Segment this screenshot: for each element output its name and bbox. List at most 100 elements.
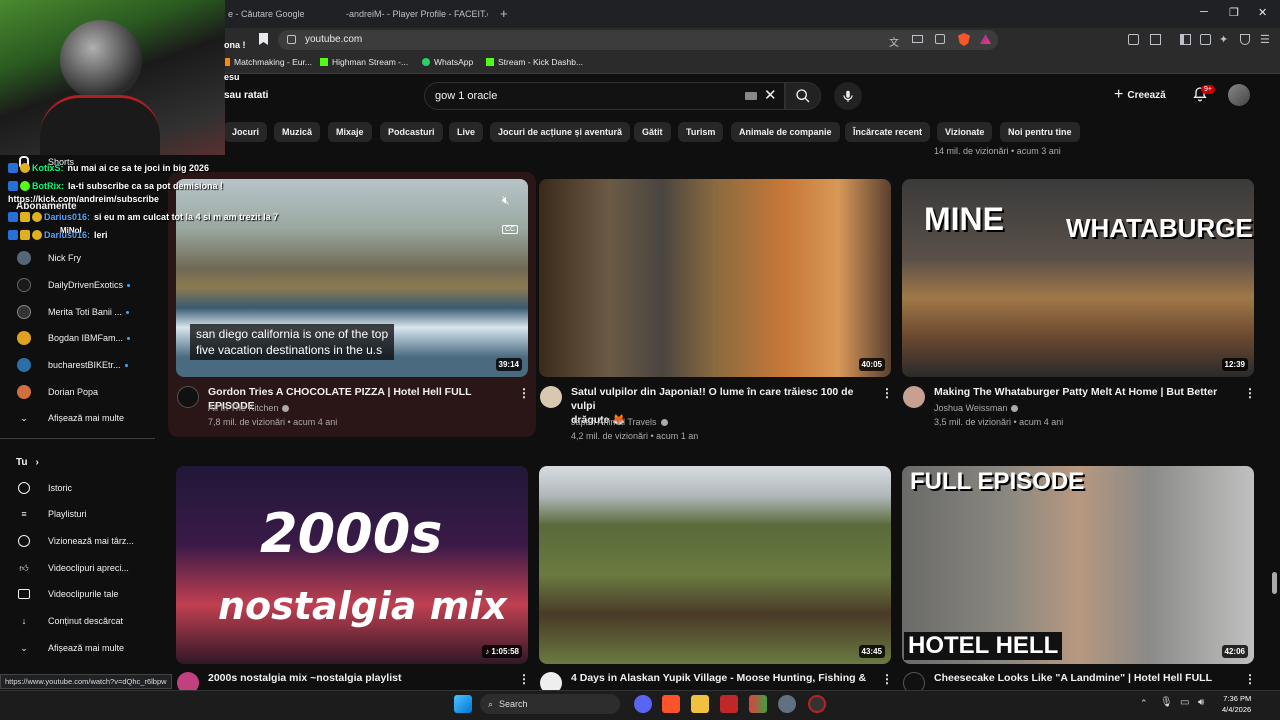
- network-icon[interactable]: ▭: [1180, 697, 1189, 708]
- video-menu-icon[interactable]: ⋮: [881, 672, 893, 686]
- sidebar-item-bucharestbike[interactable]: bucharestBIKEtr...: [0, 355, 128, 375]
- chip-jocuri-actiune[interactable]: Jocuri de acțiune și aventură: [490, 122, 631, 142]
- app-icon[interactable]: [749, 695, 767, 713]
- bookmark-matchmaking[interactable]: Matchmaking - Eur...: [222, 57, 312, 67]
- microphone-tray-icon[interactable]: 🎙︎: [1160, 697, 1173, 708]
- sidebar-item-merita-toti-banii[interactable]: Merita Toti Banii ...: [0, 302, 129, 322]
- chip-muzica[interactable]: Muzică: [274, 122, 321, 142]
- sidebar-item-nick-fry[interactable]: Nick Fry: [0, 248, 81, 268]
- file-explorer-icon[interactable]: [691, 695, 709, 713]
- video-menu-icon[interactable]: ⋮: [518, 386, 530, 400]
- menu-icon[interactable]: ☰: [1260, 33, 1270, 46]
- extensions-icon[interactable]: [1128, 34, 1139, 45]
- sidebar-item-dorian-popa[interactable]: Dorian Popa: [0, 382, 98, 402]
- sidebar-item-bogdan-ibmfam[interactable]: Bogdan IBMFam...: [0, 328, 131, 348]
- account-avatar[interactable]: [1228, 84, 1250, 106]
- video-title[interactable]: Making The Whataburger Patty Melt At Hom…: [934, 385, 1234, 399]
- bookmark-whatsapp[interactable]: WhatsApp: [422, 57, 473, 67]
- chip-incarcate-recent[interactable]: Încărcate recent: [845, 122, 931, 142]
- sidebar-item-liked-videos[interactable]: 👍︎ Videoclipuri apreci...: [0, 558, 129, 578]
- url-text: youtube.com: [305, 34, 363, 45]
- share-icon[interactable]: [935, 34, 945, 44]
- video-channel[interactable]: All In The Kitchen: [208, 403, 290, 413]
- channel-avatar[interactable]: [540, 386, 562, 408]
- windows-start-icon[interactable]: [454, 695, 472, 713]
- sidebar-item-istoric[interactable]: Istoric: [0, 478, 72, 498]
- obs-icon[interactable]: [808, 695, 826, 713]
- video-menu-icon[interactable]: ⋮: [1244, 386, 1256, 400]
- settings-icon[interactable]: [778, 695, 796, 713]
- keyboard-icon[interactable]: [745, 92, 757, 100]
- sidebar-item-downloads[interactable]: ↓ Conținut descărcat: [0, 611, 123, 631]
- sidebar-item-your-videos[interactable]: Videoclipurile tale: [0, 584, 118, 604]
- sidebar-show-more-subscriptions[interactable]: ⌄ Afișează mai multe: [0, 408, 124, 428]
- mute-icon[interactable]: 🔇︎: [502, 193, 510, 208]
- chip-live[interactable]: Live: [449, 122, 484, 142]
- tab-faceit-profile[interactable]: -andreiM- - Player Profile - FACEIT.co: [340, 4, 488, 24]
- reading-list-icon[interactable]: [1150, 34, 1161, 45]
- brave-icon[interactable]: [662, 695, 680, 713]
- video-title[interactable]: 2000s nostalgia mix ~nostalgia playlist: [208, 671, 508, 685]
- video-title[interactable]: Cheesecake Looks Like "A Landmine" | Hot…: [934, 671, 1234, 685]
- link-preview-url: https://www.youtube.com/watch?v=dQhc_r6l…: [0, 674, 172, 689]
- chip-turism[interactable]: Turism: [678, 122, 724, 142]
- chip-animale[interactable]: Animale de companie: [731, 122, 840, 142]
- video-thumbnail[interactable]: 2000s nostalgia mix ♪ 1:05:58: [176, 466, 528, 664]
- video-thumbnail[interactable]: 40:05: [539, 179, 891, 377]
- you-heading-label: Tu: [16, 456, 28, 468]
- voice-search-button[interactable]: [834, 82, 862, 110]
- search-button[interactable]: [785, 82, 821, 110]
- create-button[interactable]: + Creează: [1114, 84, 1166, 106]
- video-menu-icon[interactable]: ⋮: [518, 672, 530, 686]
- video-thumbnail[interactable]: MINE WHATABURGER 12:39: [902, 179, 1254, 377]
- channel-avatar[interactable]: [903, 386, 925, 408]
- sidebar-item-watch-later[interactable]: Vizionează mai târz...: [0, 531, 134, 551]
- you-heading[interactable]: Tu ›: [0, 452, 39, 472]
- bookmark-label: WhatsApp: [434, 57, 474, 67]
- video-thumbnail[interactable]: 🔇︎ CC san diego california is one of the…: [176, 179, 528, 377]
- kick-icon: [486, 58, 494, 66]
- restore-button[interactable]: ❐: [1229, 6, 1239, 19]
- tab-google-search[interactable]: e - Căutare Google: [228, 4, 328, 24]
- minimize-button[interactable]: ─: [1200, 6, 1208, 18]
- search-input[interactable]: [424, 82, 785, 110]
- video-thumbnail[interactable]: FULL EPISODE HOTEL HELL 42:06: [902, 466, 1254, 664]
- video-thumbnail[interactable]: 43:45: [539, 466, 891, 664]
- sidebar-toggle-icon[interactable]: [1180, 34, 1191, 45]
- site-info-icon[interactable]: [287, 35, 296, 44]
- discord-icon[interactable]: [634, 695, 652, 713]
- bookmark-kick-dashboard[interactable]: Stream - Kick Dashb...: [486, 57, 583, 67]
- video-menu-icon[interactable]: ⋮: [881, 386, 893, 400]
- chip-mixaje[interactable]: Mixaje: [328, 122, 372, 142]
- video-menu-icon[interactable]: ⋮: [1244, 672, 1256, 686]
- channel-name: All In The Kitchen: [208, 403, 279, 413]
- vpn-shield-icon[interactable]: [1240, 34, 1250, 45]
- tray-chevron-icon[interactable]: ⌃: [1140, 698, 1148, 709]
- closed-captions-icon[interactable]: CC: [502, 225, 519, 234]
- video-channel[interactable]: Joshua Weissman: [934, 403, 1019, 413]
- channel-avatar[interactable]: [177, 386, 199, 408]
- page-scrollbar-thumb[interactable]: [1272, 572, 1277, 594]
- chip-gatit[interactable]: Gătit: [634, 122, 671, 142]
- cast-icon[interactable]: [912, 35, 923, 43]
- faceit-anticheat-icon[interactable]: [720, 695, 738, 713]
- chip-noi-pentru-tine[interactable]: Noi pentru tine: [1000, 122, 1080, 142]
- leo-ai-icon[interactable]: ✦: [1219, 33, 1228, 46]
- taskbar-clock[interactable]: 7:36 PM 4/4/2026: [1222, 693, 1251, 715]
- chip-jocuri[interactable]: Jocuri: [224, 122, 268, 142]
- translate-icon[interactable]: 文: [889, 34, 899, 49]
- new-tab-button[interactable]: +: [500, 6, 508, 21]
- chip-vizionate[interactable]: Vizionate: [937, 122, 993, 142]
- video-title[interactable]: 4 Days in Alaskan Yupik Village - Moose …: [571, 671, 871, 685]
- taskbar-search[interactable]: ⌕ Search: [480, 694, 620, 714]
- close-window-button[interactable]: ✕: [1258, 6, 1267, 19]
- chip-podcasturi[interactable]: Podcasturi: [380, 122, 443, 142]
- volume-icon[interactable]: 🔊︎: [1198, 697, 1204, 708]
- wallet-icon[interactable]: [1200, 34, 1211, 45]
- sidebar-show-more-you[interactable]: ⌄ Afișează mai multe: [0, 638, 124, 658]
- video-channel[interactable]: Japan Animal Travels: [571, 417, 668, 427]
- clear-search-icon[interactable]: ✕: [764, 86, 777, 104]
- sidebar-item-dailydrivenexotics[interactable]: DailyDrivenExotics: [0, 275, 131, 295]
- sidebar-item-playlisturi[interactable]: ≡ Playlisturi: [0, 504, 86, 524]
- bookmark-highman-stream[interactable]: Highman Stream -...: [320, 57, 408, 67]
